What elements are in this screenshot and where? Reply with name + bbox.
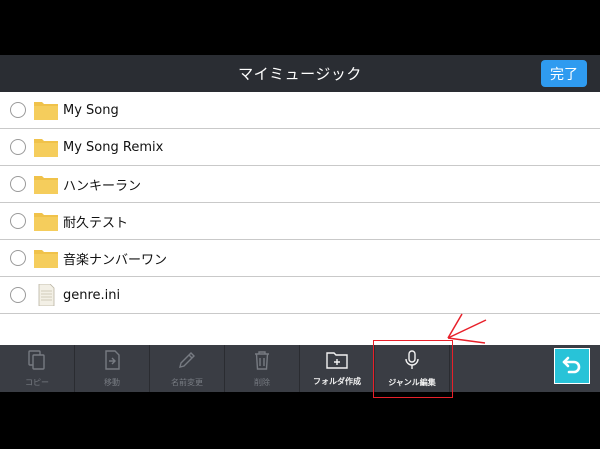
page-title: マイミュージック — [238, 65, 362, 83]
list-item[interactable]: ハンキーラン — [0, 166, 600, 203]
select-radio[interactable] — [10, 102, 26, 118]
document-icon — [33, 284, 59, 306]
copy-label: コピー — [25, 377, 49, 387]
move-button[interactable]: 移動 — [75, 345, 150, 392]
item-label: genre.ini — [63, 287, 121, 303]
rename-label: 名前変更 — [171, 377, 203, 387]
copy-button[interactable]: コピー — [0, 345, 75, 392]
list-item[interactable]: My Song — [0, 92, 600, 129]
delete-label: 削除 — [254, 377, 270, 387]
delete-button[interactable]: 削除 — [225, 345, 300, 392]
folder-icon — [33, 136, 59, 158]
select-radio[interactable] — [10, 176, 26, 192]
return-arrow-icon — [560, 352, 584, 380]
genre-edit-label: ジャンル編集 — [388, 377, 436, 387]
folder-icon — [33, 210, 59, 232]
list-item[interactable]: My Song Remix — [0, 129, 600, 166]
list-item[interactable]: 耐久テスト — [0, 203, 600, 240]
item-label: 耐久テスト — [63, 215, 129, 231]
select-radio[interactable] — [10, 139, 26, 155]
select-radio[interactable] — [10, 213, 26, 229]
back-button[interactable] — [554, 348, 590, 384]
folder-icon — [33, 247, 59, 269]
new-folder-button[interactable]: フォルダ作成 — [300, 345, 375, 392]
list-item[interactable]: 音楽ナンバーワン — [0, 240, 600, 277]
list-item[interactable]: genre.ini — [0, 277, 600, 314]
folder-icon — [33, 173, 59, 195]
folder-icon — [33, 99, 59, 121]
select-radio[interactable] — [10, 250, 26, 266]
bottom-toolbar: コピー 移動 名前変更 削除 フォルダ作成 ジャンル編集 — [0, 345, 600, 392]
new-folder-label: フォルダ作成 — [313, 376, 361, 386]
rename-button[interactable]: 名前変更 — [150, 345, 225, 392]
item-label: ハンキーラン — [63, 178, 142, 194]
pencil-icon — [177, 350, 197, 374]
item-label: 音楽ナンバーワン — [63, 252, 168, 268]
copy-icon — [28, 349, 46, 374]
trash-icon — [253, 350, 271, 374]
file-list: My Song My Song Remix ハンキーラン 耐久テスト 音楽ナンバ… — [0, 92, 600, 345]
move-label: 移動 — [104, 377, 120, 387]
item-label: My Song — [63, 102, 119, 118]
item-label: My Song Remix — [63, 139, 164, 155]
microphone-icon — [404, 349, 420, 374]
folder-plus-icon — [326, 351, 348, 373]
select-radio[interactable] — [10, 287, 26, 303]
done-button[interactable]: 完了 — [541, 60, 587, 87]
nav-header: マイミュージック 完了 — [0, 55, 600, 92]
genre-edit-button[interactable]: ジャンル編集 — [375, 345, 450, 392]
move-icon — [103, 349, 121, 374]
